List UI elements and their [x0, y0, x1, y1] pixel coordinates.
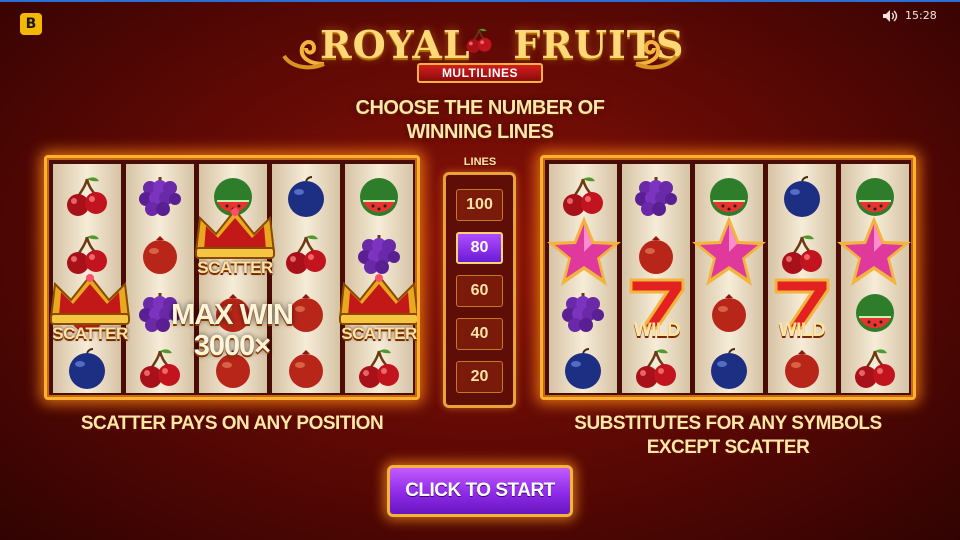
watermelon-icon [851, 289, 899, 337]
brand-logo[interactable]: B [20, 13, 42, 35]
cherry-icon [63, 173, 111, 221]
wild-caption-line2: EXCEPT SCATTER [646, 437, 810, 458]
scatter-caption: SCATTER PAYS ON ANY POSITION [80, 413, 384, 434]
click-to-start-button[interactable]: CLICK TO START [387, 465, 573, 517]
scatter-label: SCATTER [341, 324, 417, 343]
lines-option-20[interactable]: 20 [456, 361, 503, 393]
max-win-value: 3000× [193, 330, 271, 362]
cherry-icon [464, 24, 494, 58]
sound-icon[interactable] [882, 9, 898, 23]
max-win-label: MAX WIN [171, 299, 294, 331]
lines-caption: LINES [463, 156, 497, 168]
wild-symbol: WILD [762, 272, 842, 344]
title-subtitle: MULTILINES [417, 63, 543, 83]
wild-caption-line1: SUBSTITUTES FOR ANY SYMBOLS [574, 413, 882, 434]
crown-icon [45, 270, 135, 330]
crown-icon [334, 270, 420, 330]
pomegranate-icon [705, 289, 753, 337]
plum-icon [705, 345, 753, 393]
lines-option-40[interactable]: 40 [456, 318, 503, 350]
cherry-icon [851, 345, 899, 393]
plum-icon [63, 345, 111, 393]
lines-option-80[interactable]: 80 [456, 232, 503, 264]
plum-icon [778, 173, 826, 221]
plum-icon [559, 345, 607, 393]
clock: 15:28 [905, 9, 937, 22]
grapes-icon [136, 173, 184, 221]
cherry-icon [632, 345, 680, 393]
wild-label: WILD [778, 320, 826, 341]
star-icon [835, 212, 913, 290]
pomegranate-icon [136, 231, 184, 279]
star-icon [545, 212, 623, 290]
scatter-demo-panel: SCATTER SCATTER SCATTER MAX WIN 3000× [44, 155, 420, 400]
cherry-icon [282, 231, 330, 279]
game-title: ROYAL FRUITS MULTILINES [280, 16, 683, 88]
grapes-icon [632, 173, 680, 221]
wild-symbol: WILD [617, 272, 697, 344]
lines-selector: 100 80 60 40 20 [443, 172, 516, 408]
plum-icon [282, 173, 330, 221]
title-swirl-icon [635, 40, 678, 70]
pomegranate-icon [778, 345, 826, 393]
scatter-symbol: SCATTER [45, 270, 135, 348]
grapes-icon [559, 289, 607, 337]
lines-option-100[interactable]: 100 [456, 189, 503, 221]
title-word-royal: ROYAL [320, 22, 471, 67]
wild-label: WILD [633, 320, 681, 341]
scatter-symbol: SCATTER [190, 204, 280, 282]
watermelon-icon [355, 173, 403, 221]
wild-demo-panel: WILD WILD [540, 155, 916, 400]
scatter-label: SCATTER [197, 258, 273, 277]
cherry-icon [355, 345, 403, 393]
top-accent-line [0, 0, 960, 2]
headline: CHOOSE THE NUMBER OF WINNING LINES [355, 97, 605, 143]
max-win-text: MAX WIN 3000× [157, 300, 307, 362]
wild-caption: SUBSTITUTES FOR ANY SYMBOLS EXCEPT SCATT… [540, 412, 916, 460]
lines-option-60[interactable]: 60 [456, 275, 503, 307]
scatter-symbol: SCATTER [334, 270, 420, 348]
star-icon [690, 212, 768, 290]
scatter-label: SCATTER [52, 324, 128, 343]
crown-icon [190, 204, 280, 264]
